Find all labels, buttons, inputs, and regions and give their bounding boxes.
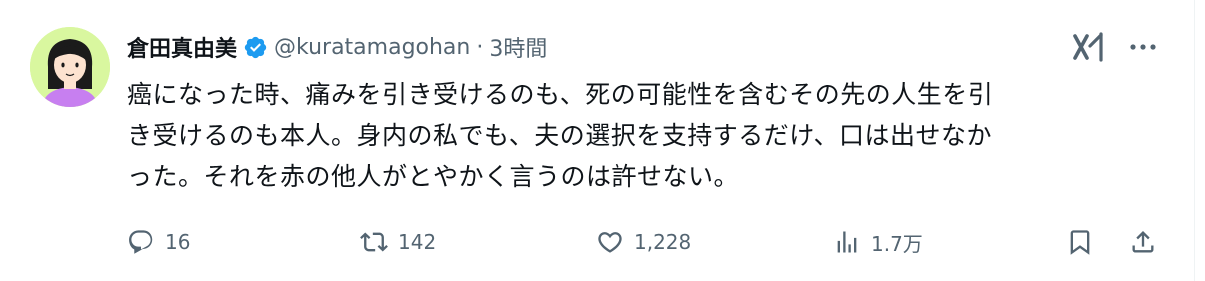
reply-button[interactable]: 16 — [127, 222, 190, 262]
like-count: 1,228 — [634, 230, 692, 254]
grok-icon[interactable] — [1071, 30, 1107, 64]
share-button[interactable] — [1129, 222, 1157, 262]
repost-icon — [360, 232, 388, 252]
like-button[interactable]: 1,228 — [596, 222, 691, 262]
action-bar: 16 142 1,228 1.7万 — [127, 222, 1167, 262]
tweet-text-line: った。それを赤の他人がとやかく言うのは許せない。 — [127, 162, 740, 191]
avatar-illustration — [30, 27, 110, 107]
more-icon[interactable] — [1125, 30, 1161, 64]
repost-button[interactable]: 142 — [360, 222, 436, 262]
verified-badge-icon[interactable] — [243, 35, 268, 60]
like-icon — [598, 232, 622, 253]
share-icon — [1132, 231, 1154, 253]
repost-count: 142 — [398, 230, 437, 254]
tweet-text: 癌になった時、痛みを引き受けるのも、死の可能性を含むその先の人生を引 き受けるの… — [127, 74, 1167, 197]
timeline-border — [1194, 0, 1205, 281]
views-button[interactable]: 1.7万 — [833, 222, 923, 262]
handle[interactable]: @kuratamagohan — [274, 35, 470, 60]
reply-count: 16 — [165, 230, 191, 254]
views-icon — [837, 231, 857, 253]
bookmark-button[interactable] — [1066, 222, 1094, 262]
timestamp[interactable]: 3時間 — [489, 31, 547, 63]
views-count: 1.7万 — [871, 231, 923, 256]
display-name[interactable]: 倉田真由美 — [127, 31, 237, 63]
tweet-header: 倉田真由美 @kuratamagohan · 3時間 — [127, 30, 547, 64]
tweet-text-line: 癌になった時、痛みを引き受けるのも、死の可能性を含むその先の人生を引 — [127, 80, 994, 109]
tweet-text-line: き受けるのも本人。身内の私でも、夫の選択を支持するだけ、口は出せなか — [127, 121, 993, 150]
separator-dot: · — [476, 34, 484, 60]
reply-icon — [129, 230, 153, 254]
bookmark-icon — [1070, 230, 1090, 255]
avatar[interactable] — [30, 27, 110, 107]
